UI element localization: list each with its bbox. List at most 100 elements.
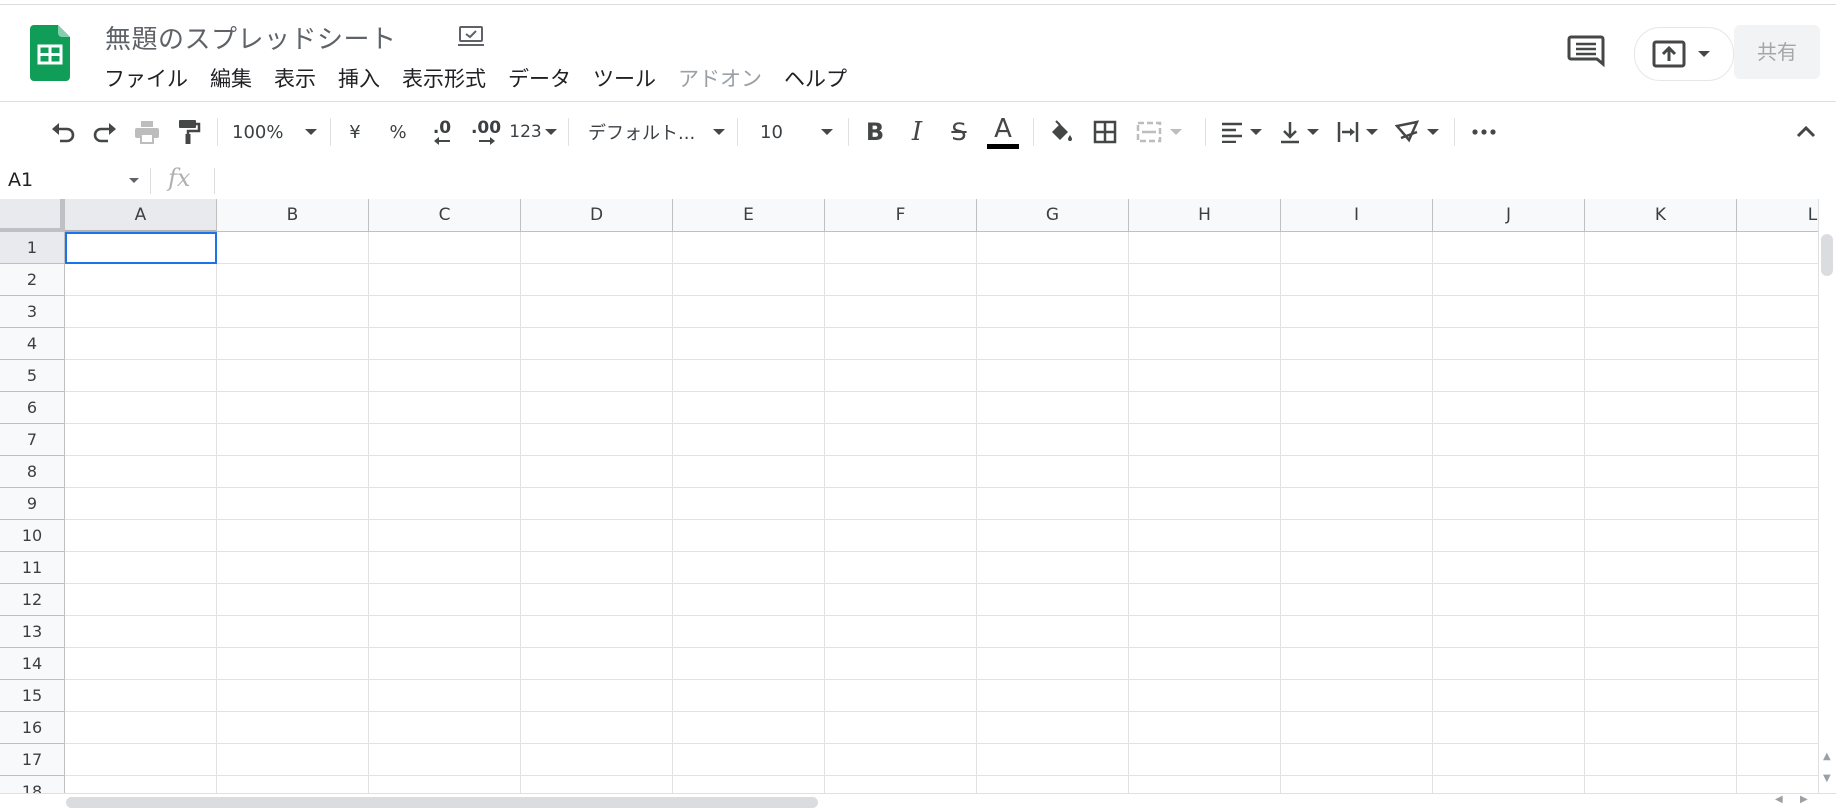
menu-data[interactable]: データ [497,64,582,94]
cell-d10[interactable] [521,520,673,552]
cell-b17[interactable] [217,744,369,776]
cell-d17[interactable] [521,744,673,776]
row-header-15[interactable]: 15 [0,680,65,712]
cell-a18[interactable] [65,776,217,793]
cell-c10[interactable] [369,520,521,552]
cell-k12[interactable] [1585,584,1737,616]
cell-j6[interactable] [1433,392,1585,424]
cell-f15[interactable] [825,680,977,712]
cell-c11[interactable] [369,552,521,584]
saved-to-drive-icon[interactable] [458,25,484,47]
cell-h13[interactable] [1129,616,1281,648]
cell-e5[interactable] [673,360,825,392]
cell-l17[interactable] [1737,744,1818,776]
row-header-16[interactable]: 16 [0,712,65,744]
column-header-g[interactable]: G [977,199,1129,232]
cell-f16[interactable] [825,712,977,744]
cell-a7[interactable] [65,424,217,456]
cell-e10[interactable] [673,520,825,552]
cell-e14[interactable] [673,648,825,680]
cell-e3[interactable] [673,296,825,328]
cell-h16[interactable] [1129,712,1281,744]
cell-a17[interactable] [65,744,217,776]
menu-file[interactable]: ファイル [104,64,199,94]
cell-d3[interactable] [521,296,673,328]
cell-i5[interactable] [1281,360,1433,392]
cell-b5[interactable] [217,360,369,392]
cell-i3[interactable] [1281,296,1433,328]
cell-c17[interactable] [369,744,521,776]
cell-k1[interactable] [1585,232,1737,264]
cell-c4[interactable] [369,328,521,360]
row-header-9[interactable]: 9 [0,488,65,520]
cell-f6[interactable] [825,392,977,424]
cell-l8[interactable] [1737,456,1818,488]
cell-c14[interactable] [369,648,521,680]
cell-l6[interactable] [1737,392,1818,424]
cell-k9[interactable] [1585,488,1737,520]
cell-e2[interactable] [673,264,825,296]
cell-b14[interactable] [217,648,369,680]
column-header-k[interactable]: K [1585,199,1737,232]
cell-f12[interactable] [825,584,977,616]
cell-a4[interactable] [65,328,217,360]
cell-c15[interactable] [369,680,521,712]
row-header-13[interactable]: 13 [0,616,65,648]
cell-a5[interactable] [65,360,217,392]
cell-k8[interactable] [1585,456,1737,488]
cell-g4[interactable] [977,328,1129,360]
cell-c18[interactable] [369,776,521,793]
cell-e4[interactable] [673,328,825,360]
text-color-button[interactable]: A [985,102,1021,162]
row-header-2[interactable]: 2 [0,264,65,296]
cell-l3[interactable] [1737,296,1818,328]
cell-h18[interactable] [1129,776,1281,793]
menu-help[interactable]: ヘルプ [773,64,858,94]
cell-g9[interactable] [977,488,1129,520]
horizontal-align-button[interactable] [1216,102,1266,162]
chevron-down-icon[interactable] [129,178,139,183]
cell-l1[interactable] [1737,232,1818,264]
cell-a12[interactable] [65,584,217,616]
cell-c13[interactable] [369,616,521,648]
cell-e1[interactable] [673,232,825,264]
cell-k3[interactable] [1585,296,1737,328]
cell-a13[interactable] [65,616,217,648]
cell-c7[interactable] [369,424,521,456]
cell-d14[interactable] [521,648,673,680]
cell-c8[interactable] [369,456,521,488]
text-rotation-button[interactable] [1392,102,1442,162]
cell-k18[interactable] [1585,776,1737,793]
cell-k13[interactable] [1585,616,1737,648]
menu-format[interactable]: 表示形式 [391,64,497,94]
column-header-a[interactable]: A [65,199,217,232]
undo-icon[interactable] [44,102,82,162]
cell-b6[interactable] [217,392,369,424]
cell-a16[interactable] [65,712,217,744]
row-header-12[interactable]: 12 [0,584,65,616]
cell-i13[interactable] [1281,616,1433,648]
cell-i18[interactable] [1281,776,1433,793]
fill-color-icon[interactable] [1044,102,1078,162]
cell-i8[interactable] [1281,456,1433,488]
cell-h1[interactable] [1129,232,1281,264]
column-header-c[interactable]: C [369,199,521,232]
cell-c1[interactable] [369,232,521,264]
cell-h11[interactable] [1129,552,1281,584]
currency-format-button[interactable]: ¥ [340,102,370,162]
cell-b12[interactable] [217,584,369,616]
cell-b18[interactable] [217,776,369,793]
cell-c2[interactable] [369,264,521,296]
cell-c12[interactable] [369,584,521,616]
cell-g7[interactable] [977,424,1129,456]
cell-e18[interactable] [673,776,825,793]
cell-h14[interactable] [1129,648,1281,680]
cell-e12[interactable] [673,584,825,616]
cell-d15[interactable] [521,680,673,712]
cell-e9[interactable] [673,488,825,520]
cell-j12[interactable] [1433,584,1585,616]
column-header-b[interactable]: B [217,199,369,232]
menu-tools[interactable]: ツール [582,64,667,94]
cell-h15[interactable] [1129,680,1281,712]
cell-b8[interactable] [217,456,369,488]
